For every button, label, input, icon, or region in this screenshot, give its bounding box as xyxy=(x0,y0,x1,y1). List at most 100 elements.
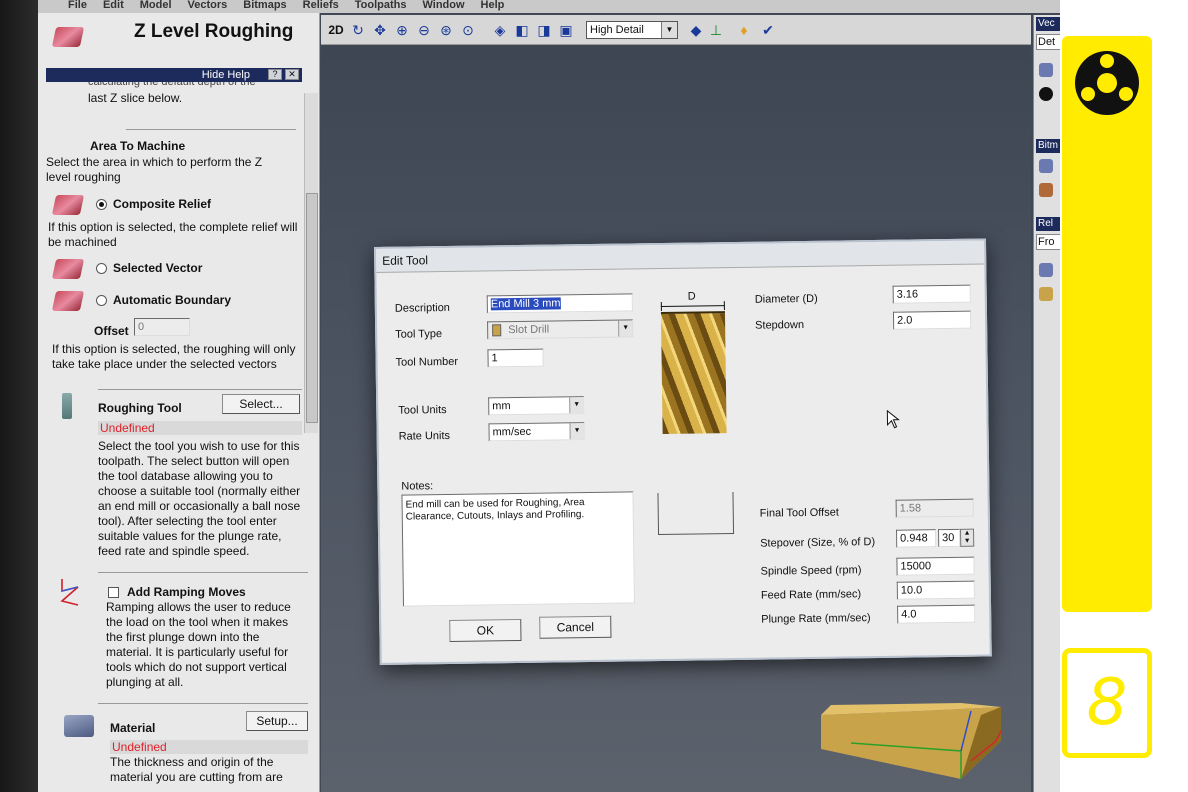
vectors-tab[interactable]: Vec xyxy=(1036,17,1060,31)
menu-bitmaps[interactable]: Bitmaps xyxy=(243,0,286,13)
composite-relief-option[interactable]: Composite Relief xyxy=(96,197,211,212)
select-tool-button[interactable]: Select... xyxy=(222,394,300,414)
spindle-speed-input[interactable]: 15000 xyxy=(896,556,975,576)
hide-help-label[interactable]: Hide Help xyxy=(202,69,250,81)
relief-layer-field[interactable]: Fro xyxy=(1036,234,1060,250)
view-toolbar: 2D ↻ ✥ ⊕ ⊖ ⊛ ⊙ ◈ ◧ ◨ ▣ High Detail ▼ ◆ ⊥… xyxy=(321,15,1031,45)
feed-rate-input[interactable]: 10.0 xyxy=(896,580,975,600)
relief-layer-icon[interactable] xyxy=(1039,263,1053,277)
chevron-down-icon[interactable]: ▼ xyxy=(569,423,584,440)
front-view-icon[interactable]: ◨ xyxy=(535,21,553,39)
chevron-down-icon[interactable]: ▼ xyxy=(661,22,677,38)
ramping-option[interactable]: Add Ramping Moves xyxy=(108,585,246,600)
stepover-percent-input[interactable]: 30 xyxy=(937,528,961,548)
chevron-down-icon[interactable]: ▼ xyxy=(569,397,584,414)
page-number-box: 8 xyxy=(1062,648,1152,758)
stepdown-input[interactable]: 2.0 xyxy=(892,310,972,330)
menu-reliefs[interactable]: Reliefs xyxy=(303,0,339,13)
rotate-icon[interactable]: ↻ xyxy=(349,21,367,39)
composite-relief-radio[interactable] xyxy=(96,199,107,211)
pan-icon[interactable]: ✥ xyxy=(371,21,389,39)
relief-thumbnail-icon[interactable] xyxy=(1039,287,1053,301)
composite-description: If this option is selected, the complete… xyxy=(48,220,298,249)
menu-help[interactable]: Help xyxy=(481,0,505,13)
bitmap-layer-icon[interactable] xyxy=(1039,159,1053,173)
menu-file[interactable]: File xyxy=(68,0,87,13)
menu-model[interactable]: Model xyxy=(140,0,172,13)
light-bulb-icon[interactable]: ♦ xyxy=(735,21,753,39)
toolpath-panel: Z Level Roughing calculating the default… xyxy=(38,13,320,792)
bitmap-thumbnail-icon[interactable] xyxy=(1039,183,1053,197)
area-heading: Area To Machine xyxy=(90,139,186,153)
diameter-input[interactable]: 3.16 xyxy=(892,284,971,304)
tool-number-input[interactable]: 1 xyxy=(487,348,544,368)
plunge-rate-input[interactable]: 4.0 xyxy=(897,604,976,624)
monitor-bezel xyxy=(0,0,38,792)
ok-button[interactable]: OK xyxy=(449,618,522,642)
bitmaps-tab[interactable]: Bitm xyxy=(1036,139,1060,153)
divider xyxy=(98,389,302,390)
chevron-down-icon[interactable]: ▼ xyxy=(618,320,633,337)
detail-level-select[interactable]: High Detail ▼ xyxy=(586,21,678,39)
reliefs-tab[interactable]: Rel xyxy=(1036,217,1060,231)
tool-units-select[interactable]: mm ▼ xyxy=(488,396,585,416)
tool-units-label: Tool Units xyxy=(398,404,447,417)
relief-model xyxy=(821,701,1002,781)
end-mill-image xyxy=(660,311,727,434)
iso-view-icon[interactable]: ◈ xyxy=(491,21,509,39)
menu-edit[interactable]: Edit xyxy=(103,0,124,13)
material-view-icon[interactable]: ✔ xyxy=(759,21,777,39)
notes-textarea[interactable]: End mill can be used for Roughing, Area … xyxy=(401,491,636,607)
side-view-icon[interactable]: ▣ xyxy=(557,21,575,39)
automatic-boundary-option[interactable]: Automatic Boundary xyxy=(96,293,231,308)
material-setup-button[interactable]: Setup... xyxy=(246,711,308,731)
roughing-tool-status: Undefined xyxy=(98,421,302,435)
composite-relief-icon xyxy=(51,195,85,215)
rate-units-select[interactable]: mm/sec ▼ xyxy=(488,422,585,442)
feed-rate-label: Feed Rate (mm/sec) xyxy=(760,588,862,602)
vector-layer-icon[interactable] xyxy=(1039,63,1053,77)
area-description: Select the area in which to perform the … xyxy=(46,155,263,184)
automatic-boundary-icon xyxy=(51,291,85,311)
edit-tool-dialog: Edit Tool Description End Mill 3 mm Tool… xyxy=(374,238,992,665)
visibility-icon[interactable] xyxy=(1039,87,1053,101)
panel-scrollbar[interactable] xyxy=(304,93,318,433)
final-offset-input: 1.58 xyxy=(895,498,974,518)
menu-vectors[interactable]: Vectors xyxy=(188,0,228,13)
stepover-spinner[interactable]: ▲ ▼ xyxy=(959,528,975,547)
top-view-icon[interactable]: ◧ xyxy=(513,21,531,39)
description-value: End Mill 3 mm xyxy=(490,297,561,311)
mouse-cursor-icon xyxy=(886,409,900,433)
menu-toolpaths[interactable]: Toolpaths xyxy=(355,0,407,13)
offset-input[interactable]: 0 xyxy=(134,318,190,336)
zoom-in-icon[interactable]: ⊕ xyxy=(393,21,411,39)
material-description: The thickness and origin of the material… xyxy=(110,755,283,784)
close-icon[interactable]: ✕ xyxy=(285,69,299,80)
roughing-tool-label: Roughing Tool xyxy=(98,401,182,415)
axes-icon[interactable]: ⊥ xyxy=(707,21,725,39)
offset-label: Offset xyxy=(94,324,129,338)
selected-vector-radio[interactable] xyxy=(96,263,107,275)
hide-help-bar[interactable]: Hide Help xyxy=(46,68,302,82)
cancel-button[interactable]: Cancel xyxy=(539,615,612,639)
tool-type-select[interactable]: Slot Drill ▼ xyxy=(487,319,634,340)
ramping-checkbox[interactable] xyxy=(108,587,119,599)
ramping-description: Ramping allows the user to reduce the lo… xyxy=(106,600,291,689)
shading-icon[interactable]: ◆ xyxy=(687,21,705,39)
menu-window[interactable]: Window xyxy=(422,0,464,13)
description-input[interactable]: End Mill 3 mm xyxy=(486,293,633,314)
diameter-label: Diameter (D) xyxy=(754,292,818,306)
ramping-label: Add Ramping Moves xyxy=(127,585,246,599)
stepover-size-input[interactable]: 0.948 xyxy=(895,529,937,548)
selected-vector-option[interactable]: Selected Vector xyxy=(96,261,202,276)
view-2d-button[interactable]: 2D xyxy=(327,21,345,39)
ramping-icon xyxy=(58,577,82,607)
automatic-boundary-radio[interactable] xyxy=(96,295,107,307)
vector-layer-field[interactable]: Det xyxy=(1036,34,1060,50)
zoom-all-icon[interactable]: ⊙ xyxy=(459,21,477,39)
page-number: 8 xyxy=(1086,666,1128,740)
help-icon[interactable]: ? xyxy=(268,69,282,80)
zoom-out-icon[interactable]: ⊖ xyxy=(415,21,433,39)
zoom-box-icon[interactable]: ⊛ xyxy=(437,21,455,39)
tool-type-label: Tool Type xyxy=(395,328,443,341)
